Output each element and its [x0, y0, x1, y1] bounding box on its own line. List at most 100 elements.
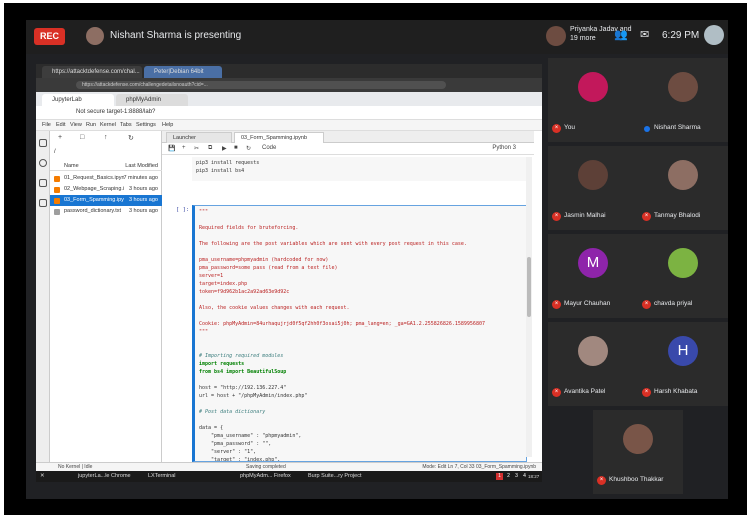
taskbar-item[interactable]: LXTerminal: [148, 471, 176, 482]
participant-tile[interactable]: × Khushboo Thakkar: [593, 410, 683, 494]
code-cell-previous[interactable]: pip3 install requests pip3 install bs4: [192, 157, 527, 181]
editor-tab[interactable]: Launcher: [166, 132, 232, 143]
outer-tab[interactable]: Peter|Debian 64bit: [144, 66, 222, 78]
shared-screen: https://attacktdefense.com/chal... Peter…: [36, 64, 542, 482]
outer-tab[interactable]: https://attacktdefense.com/chal...: [42, 66, 142, 78]
code-line: pip3 install bs4: [196, 168, 245, 174]
participant-tile[interactable]: × Avantika Patel: [548, 322, 638, 406]
refresh-icon[interactable]: ↻: [128, 134, 134, 142]
participant-initial-avatar: M: [578, 248, 608, 278]
code-line: data = {: [199, 425, 224, 431]
column-name[interactable]: Name: [64, 163, 79, 169]
self-avatar[interactable]: [704, 25, 724, 45]
notebook-editor: Launcher 03_Form_Spamming.ipynb 💾 + ✂ ⧉ …: [162, 131, 534, 462]
mic-off-icon: ×: [642, 212, 651, 221]
scrollbar-thumb[interactable]: [527, 257, 531, 317]
file-row[interactable]: 02_Webpage_Scraping.i... 3 hours ago: [50, 184, 162, 195]
file-row[interactable]: password_dictionary.txt 3 hours ago: [50, 206, 162, 217]
participant-name: Khushboo Thakkar: [609, 476, 664, 483]
code-line: import requests: [199, 361, 245, 367]
cut-icon[interactable]: ✂: [194, 145, 199, 152]
outer-url-field[interactable]: https://attackdefense.com/challengedetai…: [76, 81, 446, 89]
presenter-avatar: [86, 27, 104, 45]
file-modified: 7 minutes ago: [123, 175, 158, 181]
menu-item[interactable]: Edit: [56, 122, 65, 128]
cell-type-select[interactable]: Code: [262, 145, 276, 151]
inner-tab[interactable]: JupyterLab: [42, 94, 114, 106]
inner-address-bar: Not secure target-1:8888/lab?: [36, 106, 542, 120]
meet-screen: REC Nishant Sharma is presenting Priyank…: [26, 20, 728, 499]
tabs-icon[interactable]: [39, 199, 47, 207]
menu-item[interactable]: Kernel: [100, 122, 116, 128]
participant-tile[interactable]: × Tanmay Bhalodi: [638, 146, 728, 230]
menu-item[interactable]: Run: [86, 122, 96, 128]
taskbar-item[interactable]: jupyterLa...le Chrome: [78, 471, 131, 482]
copy-icon[interactable]: ⧉: [208, 145, 212, 152]
participant-avatar: [668, 248, 698, 278]
inner-url-field[interactable]: Not secure target-1:8888/lab?: [76, 109, 155, 115]
taskbar-item[interactable]: Burp Suite...ry Project: [308, 471, 362, 482]
presenting-text: Nishant Sharma is presenting: [110, 30, 242, 41]
code-line: Also, the cookie values changes with eac…: [199, 305, 350, 311]
participant-tile[interactable]: Nishant Sharma: [638, 58, 728, 142]
menu-item[interactable]: Tabs: [120, 122, 132, 128]
participant-tile[interactable]: × Jasmin Malhai: [548, 146, 638, 230]
editor-scrollbar[interactable]: [526, 157, 532, 457]
taskbar-item[interactable]: phpMyAdm... Firefox: [240, 471, 291, 482]
participant-tile[interactable]: H × Harsh Khabata: [638, 322, 728, 406]
workspace-4[interactable]: 4: [521, 473, 528, 480]
editor-tabs: Launcher 03_Form_Spamming.ipynb: [162, 131, 534, 143]
participant-tile[interactable]: × You: [548, 58, 638, 142]
file-row[interactable]: 03_Form_Spamming.ipy... 3 hours ago: [50, 195, 162, 206]
outer-browser-tabs: https://attacktdefense.com/chal... Peter…: [36, 64, 542, 78]
outer-address-bar: https://attackdefense.com/challengedetai…: [36, 78, 542, 92]
host-avatar[interactable]: [546, 26, 566, 46]
jupyter-activity-bar: [36, 131, 50, 462]
workspace-2[interactable]: 2: [505, 473, 512, 480]
upload-icon[interactable]: ↑: [104, 134, 108, 141]
insert-cell-icon[interactable]: +: [182, 145, 186, 151]
editor-tab[interactable]: 03_Form_Spamming.ipynb: [234, 132, 324, 143]
participants-summary[interactable]: Priyanka Jadav and 19 more: [570, 25, 640, 43]
breadcrumb[interactable]: /: [54, 149, 56, 155]
participant-name: Avantika Patel: [564, 388, 606, 395]
code-line: # Post data dictionary: [199, 409, 266, 415]
commands-icon[interactable]: [39, 179, 47, 187]
run-icon[interactable]: ▶: [222, 145, 227, 152]
mic-off-icon: ×: [552, 388, 561, 397]
participant-avatar: [578, 72, 608, 102]
workspace-1[interactable]: 1: [496, 473, 503, 480]
menu-item[interactable]: Help: [162, 122, 173, 128]
kernel-indicator[interactable]: Python 3: [492, 145, 516, 151]
participant-tile[interactable]: M × Mayur Chauhan: [548, 234, 638, 318]
folder-icon[interactable]: [39, 139, 47, 147]
running-icon[interactable]: [39, 159, 47, 167]
people-icon[interactable]: 👥: [614, 28, 628, 41]
chat-icon[interactable]: ✉: [640, 28, 649, 41]
participant-name: Nishant Sharma: [654, 124, 701, 131]
menu-item[interactable]: Settings: [136, 122, 156, 128]
workspace-3[interactable]: 3: [513, 473, 520, 480]
file-row[interactable]: 01_Request_Basics.ipynb 7 minutes ago: [50, 173, 162, 184]
save-icon[interactable]: 💾: [168, 145, 175, 152]
participant-tile[interactable]: × chavda priyal: [638, 234, 728, 318]
participant-avatar: [623, 424, 653, 454]
taskbar-clock: 18:27: [528, 474, 540, 479]
active-code-cell[interactable]: """ Required fields for bruteforcing. The …: [192, 205, 527, 462]
stop-icon[interactable]: ■: [234, 145, 238, 151]
new-launcher-icon[interactable]: +: [58, 134, 62, 141]
notebook-icon: [54, 198, 60, 204]
participant-avatar: [668, 72, 698, 102]
menu-item[interactable]: File: [42, 122, 51, 128]
start-menu-icon[interactable]: ✕: [40, 471, 45, 482]
restart-icon[interactable]: ↻: [246, 145, 251, 152]
inner-tab[interactable]: phpMyAdmin: [116, 94, 188, 106]
code-line: """: [199, 209, 209, 215]
new-folder-icon[interactable]: □: [80, 134, 84, 141]
column-modified[interactable]: Last Modified: [125, 163, 158, 169]
menu-item[interactable]: View: [70, 122, 82, 128]
file-name: 02_Webpage_Scraping.i...: [64, 186, 124, 192]
